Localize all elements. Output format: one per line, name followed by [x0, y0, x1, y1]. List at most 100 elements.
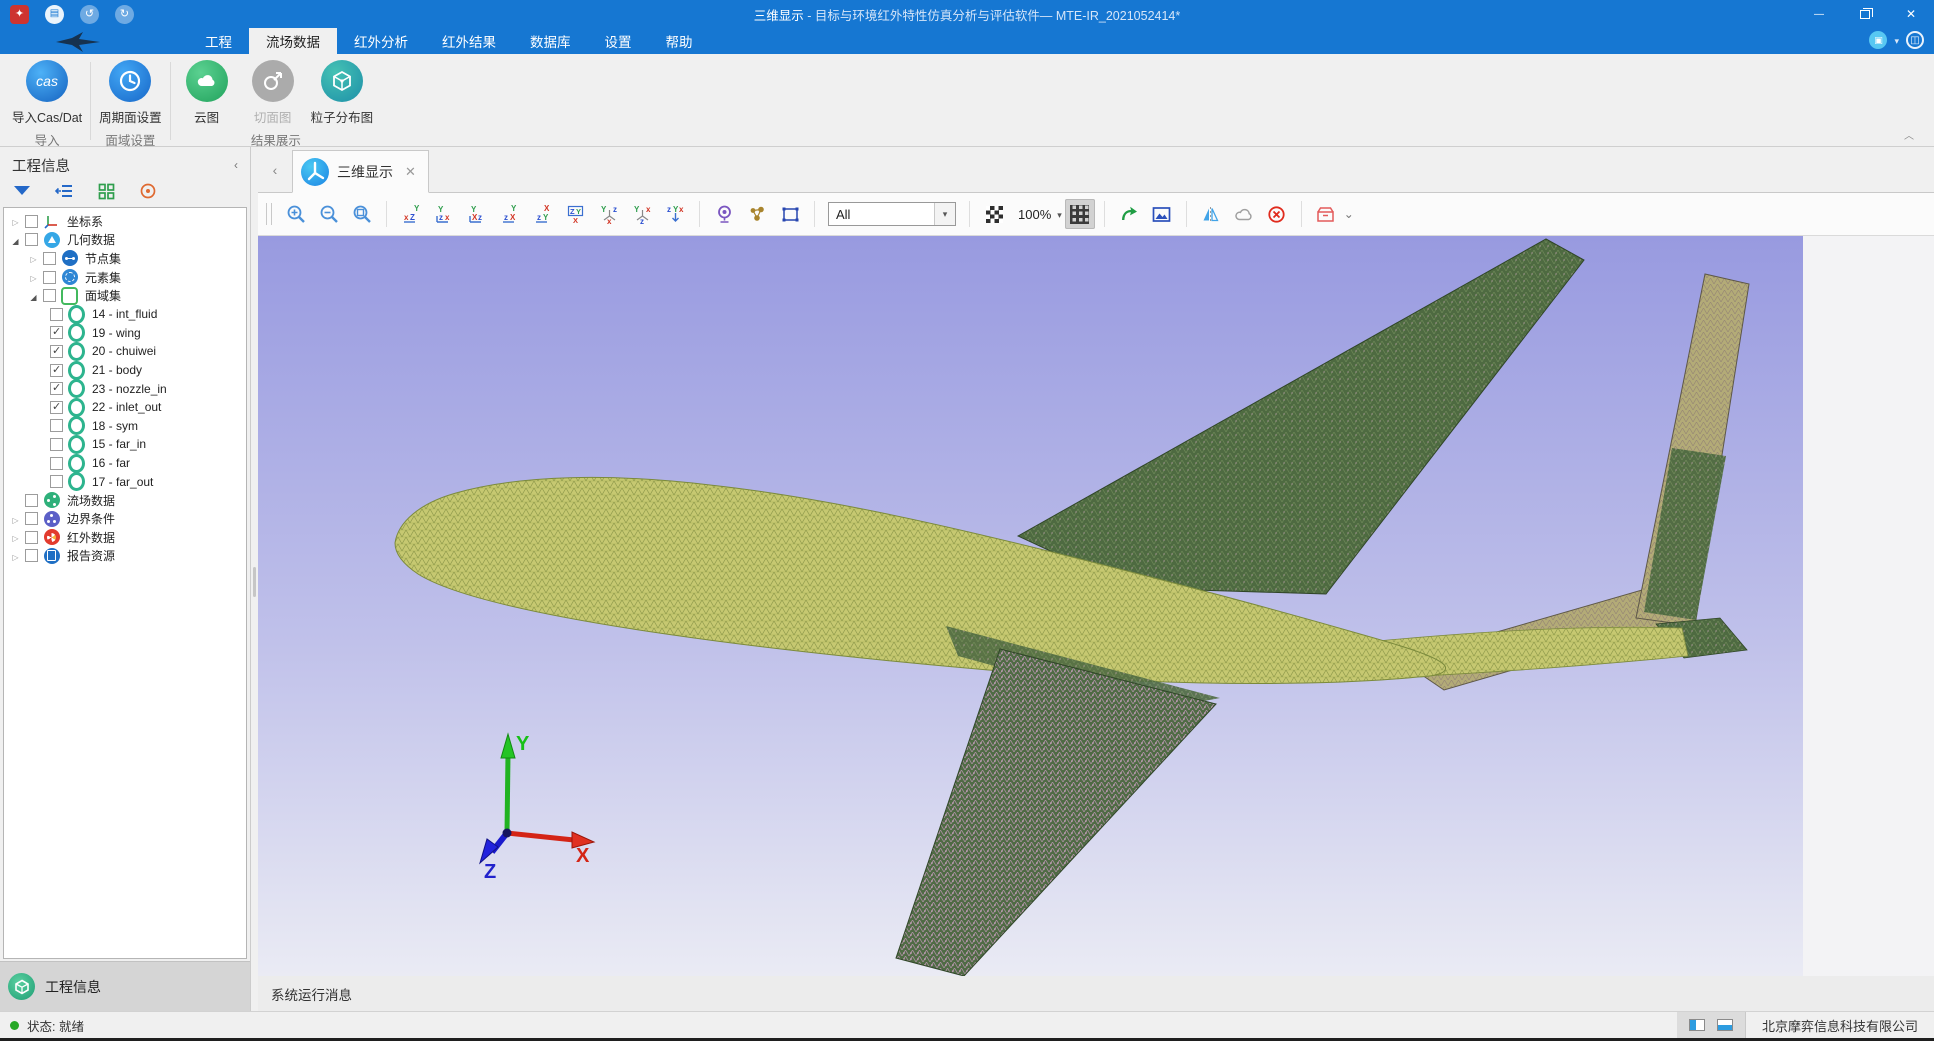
menu-flowfield-data[interactable]: 流场数据: [249, 28, 337, 54]
clear-results-button[interactable]: [1262, 199, 1292, 229]
expander-icon[interactable]: [8, 214, 23, 228]
layout-left-panel-icon[interactable]: [1689, 1019, 1705, 1031]
tab-close-icon[interactable]: [405, 164, 416, 180]
tree-item-coordinate-system[interactable]: 坐标系: [4, 212, 246, 231]
mirror-button[interactable]: [1196, 199, 1226, 229]
periodic-face-button[interactable]: 周期面设置: [99, 57, 162, 126]
media-tool-icon[interactable]: [1869, 31, 1887, 49]
display-filter-select[interactable]: All: [828, 202, 956, 226]
checkbox[interactable]: [50, 326, 63, 339]
tree-item-boundary-conditions[interactable]: 边界条件: [4, 510, 246, 529]
tree-item-far-in[interactable]: 15 - far_in: [4, 435, 246, 454]
tree-item-inlet-out[interactable]: 22 - inlet_out: [4, 398, 246, 417]
menu-settings[interactable]: 设置: [588, 28, 649, 54]
tree-item-node-set[interactable]: 节点集: [4, 249, 246, 268]
menu-infrared-results[interactable]: 红外结果: [425, 28, 513, 54]
tree-item-far[interactable]: 16 - far: [4, 454, 246, 473]
screenshot-button[interactable]: [1147, 199, 1177, 229]
tree-item-int-fluid[interactable]: 14 - int_fluid: [4, 305, 246, 324]
checkbox[interactable]: [50, 364, 63, 377]
checkbox[interactable]: [50, 419, 63, 432]
checkbox[interactable]: [50, 475, 63, 488]
grid-view-icon[interactable]: [96, 181, 116, 201]
close-button[interactable]: [1888, 0, 1934, 28]
opacity-dropdown-icon[interactable]: [1057, 205, 1062, 223]
tree-item-chuiwei[interactable]: 20 - chuiwei: [4, 342, 246, 361]
checkbox[interactable]: [50, 308, 63, 321]
chevron-down-icon[interactable]: [1894, 31, 1899, 49]
tree-item-element-set[interactable]: 元素集: [4, 268, 246, 287]
combo-dropdown-icon[interactable]: [934, 203, 955, 225]
view-bottom-icon[interactable]: ZYX: [561, 199, 591, 229]
zoom-in-button[interactable]: [281, 199, 311, 229]
mesh-toggle-button[interactable]: [1065, 199, 1095, 229]
panel-collapse-icon[interactable]: [234, 158, 238, 172]
view-left-icon[interactable]: YXz: [462, 199, 492, 229]
zoom-out-button[interactable]: [314, 199, 344, 229]
view-normal-icon[interactable]: zYx: [660, 199, 690, 229]
expander-icon[interactable]: [26, 270, 41, 284]
checkbox[interactable]: [25, 549, 38, 562]
layout-tool-icon[interactable]: [1906, 31, 1924, 49]
expander-icon[interactable]: [26, 251, 41, 265]
opacity-value[interactable]: 100%: [1018, 207, 1051, 222]
checkbox[interactable]: [50, 438, 63, 451]
layout-bottom-panel-icon[interactable]: [1717, 1019, 1733, 1031]
checkbox[interactable]: [25, 233, 38, 246]
list-icon[interactable]: [54, 181, 74, 201]
menu-project[interactable]: 工程: [188, 28, 249, 54]
tree-item-nozzle-in[interactable]: 23 - nozzle_in: [4, 379, 246, 398]
checkbox[interactable]: [25, 494, 38, 507]
expander-icon[interactable]: [8, 530, 23, 544]
box-select-button[interactable]: [775, 199, 805, 229]
tree-item-sym[interactable]: 18 - sym: [4, 417, 246, 436]
checkbox[interactable]: [50, 457, 63, 470]
archive-box-button[interactable]: [1311, 199, 1341, 229]
tree-item-face-domain-set[interactable]: 面域集: [4, 286, 246, 305]
expander-icon[interactable]: [8, 549, 23, 563]
tab-3d-view[interactable]: 三维显示: [292, 150, 429, 193]
ribbon-collapse-icon[interactable]: [1904, 127, 1914, 142]
restore-button[interactable]: [1842, 0, 1888, 28]
camera-view-button[interactable]: [709, 199, 739, 229]
tree-item-wing[interactable]: 19 - wing: [4, 324, 246, 343]
tree-item-flowfield-data[interactable]: 流场数据: [4, 491, 246, 510]
checkbox[interactable]: [50, 401, 63, 414]
view-right-icon[interactable]: YzX: [495, 199, 525, 229]
view-back-icon[interactable]: Yzx: [429, 199, 459, 229]
tree-item-far-out[interactable]: 17 - far_out: [4, 472, 246, 491]
particles-button[interactable]: [742, 199, 772, 229]
panel-splitter[interactable]: [251, 147, 258, 1011]
tree-item-body[interactable]: 21 - body: [4, 361, 246, 380]
checkbox[interactable]: [43, 271, 56, 284]
expander-icon[interactable]: [8, 512, 23, 526]
export-arrow-button[interactable]: [1114, 199, 1144, 229]
checkbox[interactable]: [25, 215, 38, 228]
panel-footer-project-info[interactable]: 工程信息: [0, 961, 250, 1011]
viewport-3d[interactable]: Y X Z: [258, 236, 1803, 976]
import-cas-dat-button[interactable]: cas 导入Cas/Dat: [12, 57, 82, 126]
view-iso-back-icon[interactable]: Yxz: [627, 199, 657, 229]
target-icon[interactable]: [138, 181, 158, 201]
filter-icon[interactable]: [12, 181, 32, 201]
particle-distribution-button[interactable]: 粒子分布图: [311, 57, 374, 126]
checkbox[interactable]: [50, 382, 63, 395]
menu-infrared-analysis[interactable]: 红外分析: [337, 28, 425, 54]
checkbox[interactable]: [43, 289, 56, 302]
checkbox[interactable]: [43, 252, 56, 265]
checkbox[interactable]: [50, 345, 63, 358]
tree-item-geometry-data[interactable]: 几何数据: [4, 231, 246, 250]
menu-database[interactable]: 数据库: [513, 28, 588, 54]
zoom-fit-button[interactable]: [347, 199, 377, 229]
expander-icon[interactable]: [8, 233, 23, 247]
cloud-outline-button[interactable]: [1229, 199, 1259, 229]
tree-item-report-resources[interactable]: 报告资源: [4, 547, 246, 566]
menu-help[interactable]: 帮助: [649, 28, 710, 54]
save-file-icon[interactable]: [45, 5, 64, 24]
expander-icon[interactable]: [26, 289, 41, 303]
redo-icon[interactable]: [115, 5, 134, 24]
view-top-icon[interactable]: XzY: [528, 199, 558, 229]
archive-dropdown-icon[interactable]: [1344, 205, 1354, 223]
view-iso-icon[interactable]: Yzx: [594, 199, 624, 229]
view-front-icon[interactable]: xZY: [396, 199, 426, 229]
